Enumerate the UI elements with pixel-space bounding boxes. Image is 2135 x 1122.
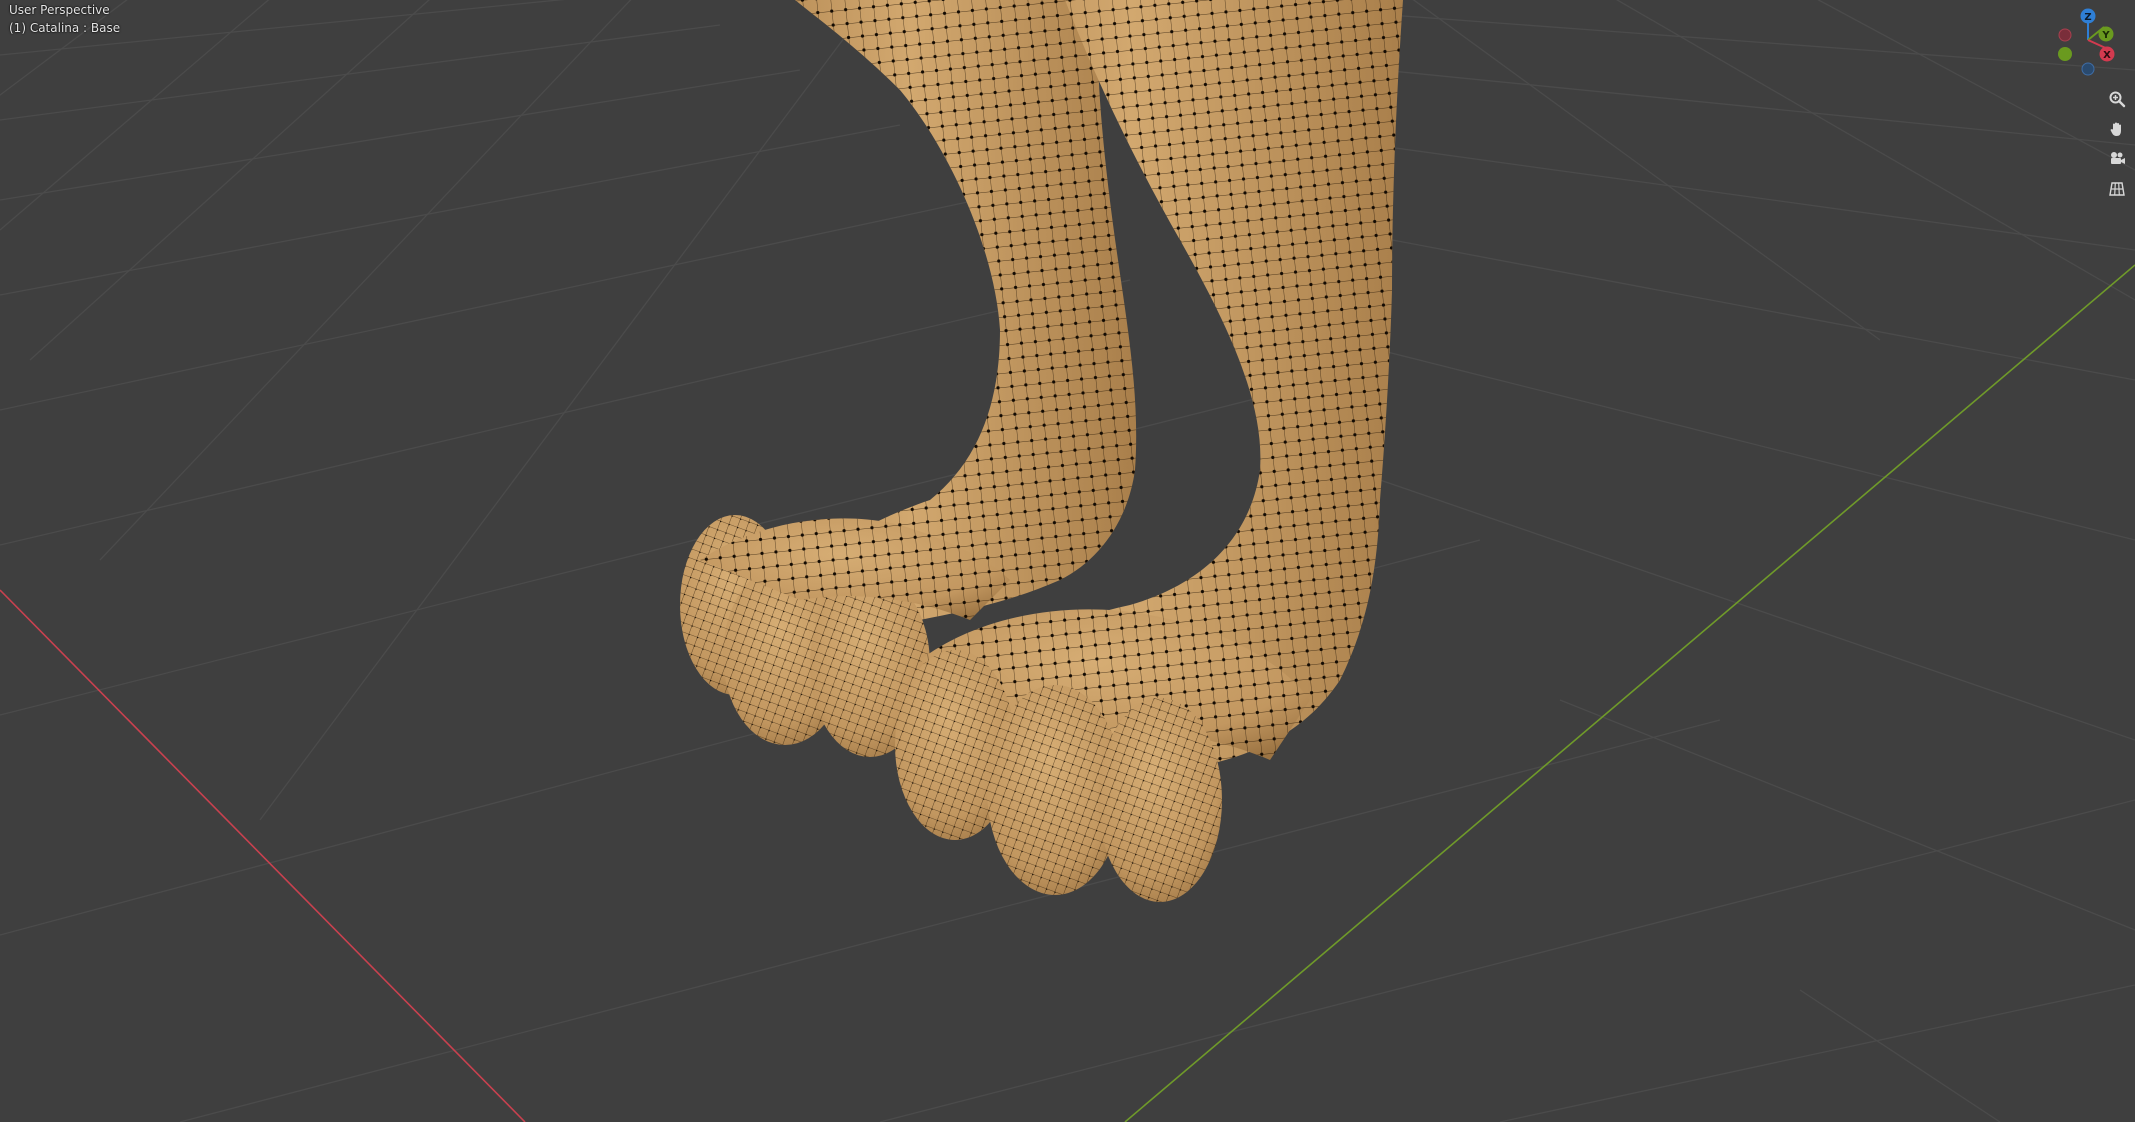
hand-icon	[2110, 122, 2121, 136]
pan-button[interactable]	[2104, 116, 2130, 142]
axis-gizmo[interactable]: Z Y X	[2045, 6, 2115, 80]
x-axis-line	[0, 589, 526, 1122]
ortho-toggle-button[interactable]	[2104, 176, 2130, 202]
zoom-icon	[2109, 91, 2126, 108]
gizmo-y-label: Y	[2101, 30, 2110, 41]
gizmo-x-label: X	[2103, 50, 2111, 61]
3d-viewport[interactable]: User Perspective (1) Catalina : Base Z Y…	[0, 0, 2135, 1122]
gizmo-neg-y	[2058, 47, 2072, 61]
scene-canvas[interactable]	[0, 0, 2135, 1122]
gizmo-neg-x	[2058, 28, 2072, 42]
gizmo-z-label: Z	[2084, 12, 2091, 23]
zoom-button[interactable]	[2104, 86, 2130, 112]
active-object-label: (1) Catalina : Base	[9, 21, 121, 35]
right-paw-toes	[895, 609, 1310, 902]
view-name-label: User Perspective	[9, 3, 110, 17]
gizmo-neg-z	[2081, 62, 2095, 76]
grid-icon	[2109, 182, 2125, 196]
camera-view-button[interactable]	[2104, 146, 2130, 172]
camera-icon	[2111, 152, 2125, 164]
